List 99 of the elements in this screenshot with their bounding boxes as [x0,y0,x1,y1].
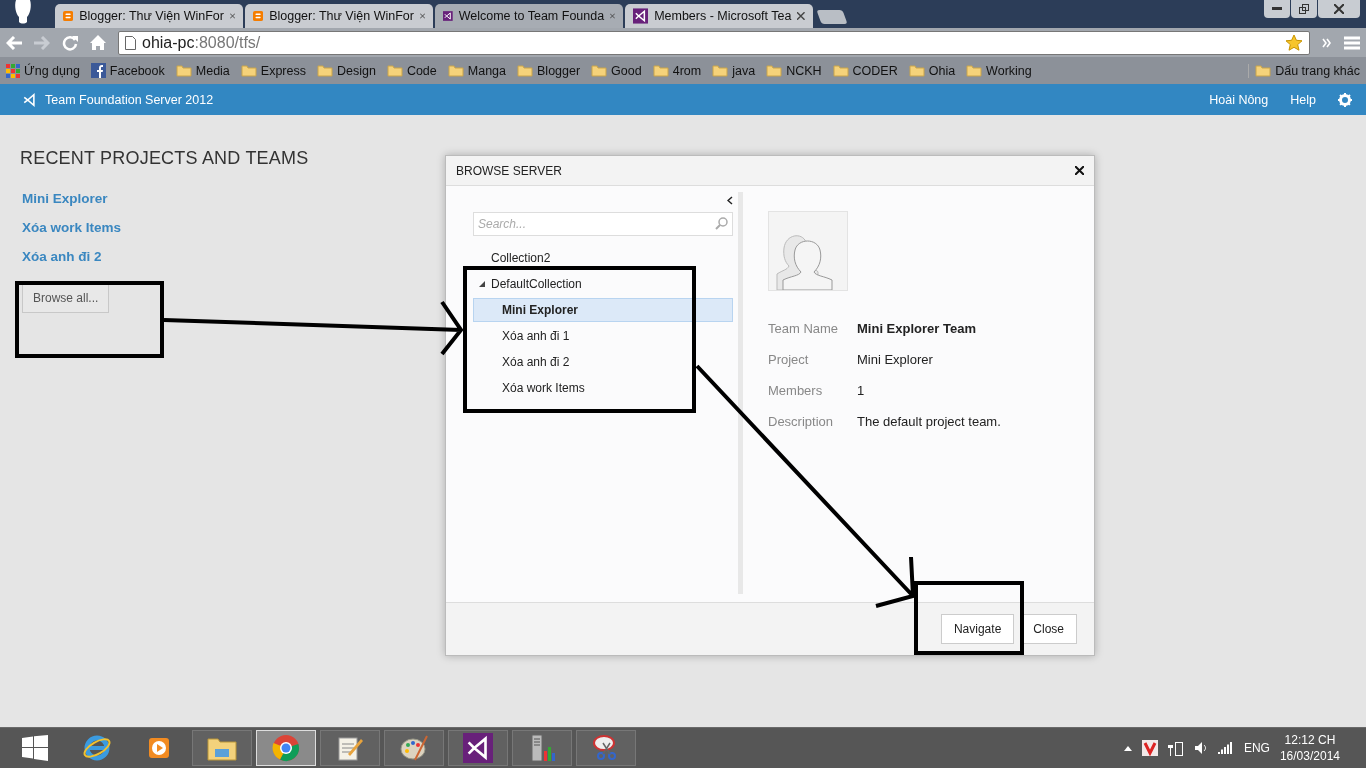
collapse-chevron-icon[interactable] [727,195,733,205]
speaker-icon[interactable] [1193,741,1208,755]
bookmark[interactable]: Ứng dụng [6,63,80,78]
browse-all-button[interactable]: Browse all... [22,283,110,313]
browser-tab[interactable]: Blogger: Thư Viện WinFor [245,4,433,28]
folder-icon [908,64,925,77]
restore-icon[interactable] [1299,4,1309,14]
language-indicator[interactable]: ENG [1243,741,1270,755]
close-icon[interactable] [1334,4,1344,14]
field-value: 1 [857,383,865,398]
visual-studio-icon [463,733,493,763]
signal-bars-icon[interactable] [1217,742,1234,754]
folder-icon [316,64,333,77]
taskbar-button[interactable] [448,730,508,766]
tree-item[interactable]: DefaultCollection [473,272,733,296]
page-icon [125,35,136,50]
star-icon[interactable] [1285,33,1303,52]
browser-icon [272,734,300,762]
tree-item[interactable]: Collection2 [473,246,733,270]
app-title: Team Foundation Server 2012 [45,92,214,107]
address-bar[interactable]: ohia-pc:8080/tfs/ [118,30,1310,55]
browser-tab[interactable]: Blogger: Thư Viện WinFor [55,4,243,28]
bookmark[interactable]: CODER [832,63,898,78]
battery-plug-icon[interactable] [1167,740,1184,756]
user-silhouette-icon [12,0,34,26]
field-value: Mini Explorer [857,352,933,367]
taskbar-button[interactable] [384,730,444,766]
settings-icon[interactable] [1338,92,1352,107]
browser-tab[interactable]: Members - Microsoft Tea [625,4,813,28]
taskbar-button[interactable] [576,730,636,766]
bookmark[interactable]: 4rom [652,63,702,78]
dialog-title: BROWSE SERVER [456,163,563,178]
section-heading: RECENT PROJECTS AND TEAMS [20,148,310,169]
close-button[interactable] [1318,0,1360,18]
bookmark[interactable]: Manga [447,63,506,78]
folder-icon [1255,64,1272,77]
windows-logo-icon[interactable] [22,735,48,761]
folder-icon [712,64,729,77]
tree-item[interactable]: Xóa anh đi 1 [473,324,733,348]
notepad-icon [336,734,364,762]
media-player-icon[interactable] [146,735,172,761]
folder-icon [652,64,669,77]
taskbar-button[interactable] [320,730,380,766]
bookmark[interactable]: Express [240,63,306,78]
tree-item[interactable]: Xóa work Items [473,376,733,400]
palette-icon [399,734,429,762]
folder-icon [766,64,783,77]
visual-studio-logo-icon [22,92,37,107]
folder-icon [591,64,608,77]
blogger-icon [253,8,264,24]
bookmark[interactable]: Code [386,63,437,78]
new-tab-button[interactable] [816,10,848,24]
minimize-button[interactable] [1264,0,1290,18]
bookmark[interactable]: java [712,63,756,78]
antivirus-icon[interactable] [1141,740,1158,756]
restore-button[interactable] [1291,0,1317,18]
tree-item[interactable]: Mini Explorer [473,298,733,322]
expanded-triangle-icon[interactable] [479,281,485,287]
close-icon[interactable] [1075,166,1084,175]
clock[interactable]: 12:12 CH 16/03/2014 [1279,732,1340,764]
dialog-button[interactable]: Navigate [940,614,1015,644]
field-value: The default project team. [857,414,1001,429]
field-label: Members [768,383,824,398]
bookmark[interactable]: Design [316,63,376,78]
bookmark[interactable]: Working [966,63,1032,78]
folder-icon [447,64,464,77]
field-label: Team Name [768,321,840,336]
folder-icon [207,735,237,761]
browser-tab[interactable]: Welcome to Team Founda [435,4,623,28]
other-bookmarks[interactable]: Dấu trang khác [1248,63,1360,78]
bookmark[interactable]: Blogger [517,63,581,78]
bookmark[interactable]: Ohia [908,63,956,78]
folder-icon [517,64,533,77]
folder-icon [175,64,192,77]
visual-studio-icon [443,8,453,24]
tree-item[interactable]: Xóa anh đi 2 [473,350,733,374]
bookmark[interactable]: Good [591,63,642,78]
folder-icon [832,64,849,77]
folder-icon [240,64,257,77]
help-link[interactable]: Help [1290,92,1316,107]
search-field[interactable]: Search... [473,212,733,236]
folder-icon [386,64,403,77]
folder-icon [966,64,983,77]
bookmark[interactable]: Media [175,63,230,78]
bookmark[interactable]: NCKH [766,63,822,78]
user-name[interactable]: Hoài Nông [1209,92,1269,107]
field-label: Project [768,352,810,367]
field-value: Mini Explorer Team [857,321,976,336]
taskbar-button[interactable] [192,730,252,766]
close-icon[interactable] [797,12,805,20]
field-label: Description [768,414,835,429]
browser-e-icon[interactable] [82,733,112,763]
facebook-icon [90,63,106,78]
visual-studio-icon [633,8,649,24]
blogger-icon [63,8,74,24]
caret-up-icon[interactable] [1123,745,1132,751]
bookmark[interactable]: Facebook [90,63,165,78]
minimize-icon[interactable] [1272,7,1282,11]
apps-grid-icon [6,63,20,78]
